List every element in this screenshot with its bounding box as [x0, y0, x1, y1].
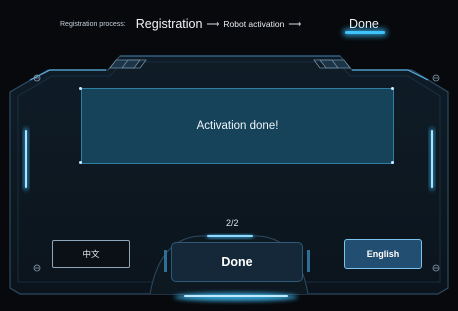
page-indicator: 2/2 [226, 218, 239, 228]
panel-corner-dot [391, 161, 394, 164]
chinese-language-button[interactable]: 中文 [52, 240, 130, 268]
activation-screen: Registration process: Registration ⟶ Rob… [0, 0, 458, 311]
panel-corner-dot [79, 87, 82, 90]
status-message: Activation done! [196, 120, 279, 132]
status-message-panel: Activation done! [81, 88, 394, 164]
panel-corner-dot [391, 87, 394, 90]
done-button[interactable]: Done [171, 242, 303, 282]
english-language-button[interactable]: English [344, 239, 422, 269]
panel-corner-dot [79, 161, 82, 164]
